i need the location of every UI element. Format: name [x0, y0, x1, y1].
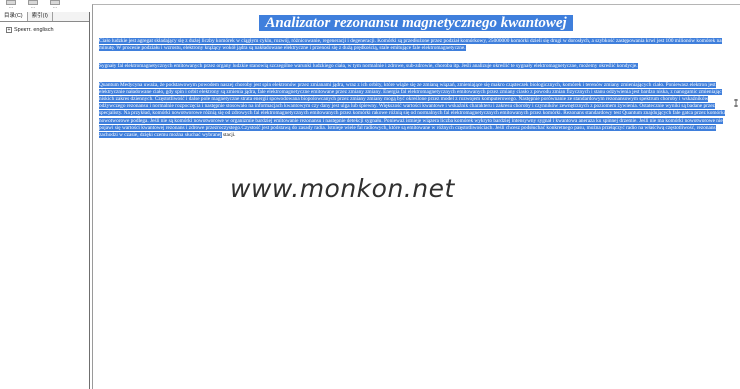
paragraph-2: Sygnały fal elektromagnetycznych emitowa… [99, 63, 733, 70]
hide-button[interactable]: ... [2, 0, 20, 10]
navigation-sidebar: 目录(C) 索引(I) + Spектr. englisch [0, 12, 90, 389]
tree-item-spectrum[interactable]: + Spектr. englisch [0, 25, 89, 34]
document-content: Analizator rezonansu magnetycznego kwant… [99, 15, 733, 139]
toolbar: ... ... ... [0, 0, 96, 12]
paragraph-3-text: Quantum Medycyna uważa, że podstawowym p… [99, 81, 726, 139]
paragraph-3-unselected-tail: stacji. [222, 132, 236, 139]
expand-toggle-icon[interactable]: + [6, 26, 12, 33]
tree-item-label: Spектr. englisch [14, 26, 54, 33]
tab-index[interactable]: 索引(I) [28, 12, 53, 21]
tab-contents[interactable]: 目录(C) [0, 12, 28, 21]
hide-button-label: ... [8, 4, 14, 10]
paragraph-2-text: Sygnały fal elektromagnetycznych emitowa… [99, 63, 638, 70]
paragraph-3: Quantum Medycyna uważa, że podstawowym p… [99, 81, 733, 140]
sidebar-tabs: 目录(C) 索引(I) [0, 12, 89, 22]
print-button[interactable]: ... [46, 0, 64, 10]
watermark: www.monkon.net [230, 174, 455, 203]
paragraph-1: Ciało ludzkie jest agregat składający si… [99, 38, 733, 52]
mouse-cursor-icon [734, 99, 738, 107]
print-button-label: ... [52, 4, 58, 10]
page-title: Analizator rezonansu magnetycznego kwant… [99, 15, 733, 32]
back-button[interactable]: ... [24, 0, 42, 10]
paragraph-1-text: Ciało ludzkie jest agregat składający si… [99, 38, 722, 52]
page-title-text: Analizator rezonansu magnetycznego kwant… [259, 15, 573, 31]
back-button-label: ... [30, 4, 36, 10]
